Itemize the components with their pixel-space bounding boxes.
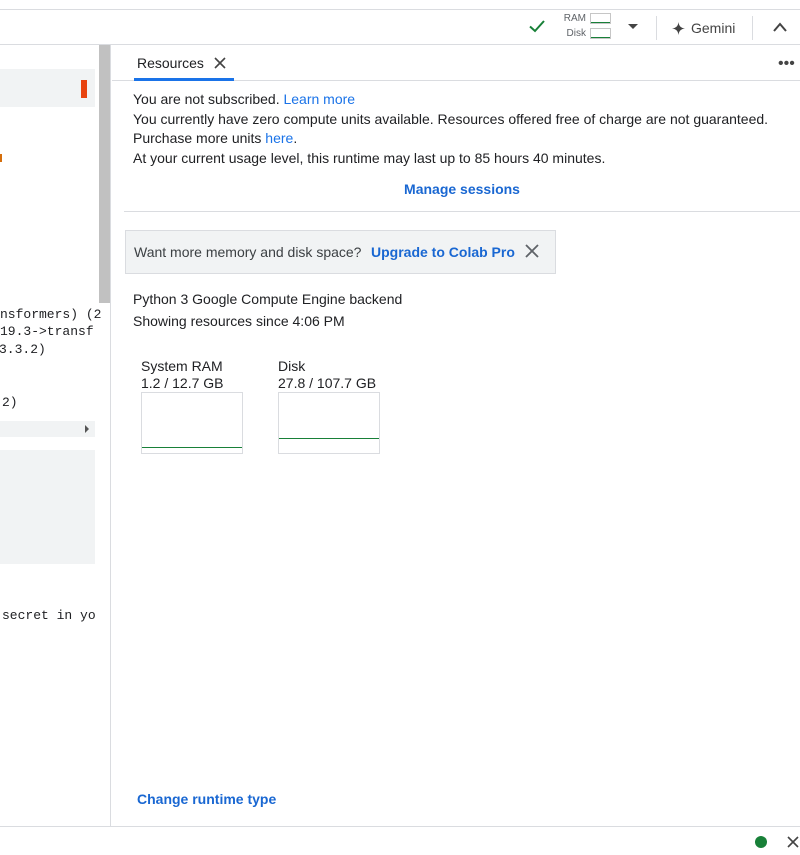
disk-gauge-value: 27.8 / 107.7 GB bbox=[278, 375, 377, 391]
runtime-estimate-text: At your current usage level, this runtim… bbox=[133, 150, 606, 166]
close-icon[interactable] bbox=[524, 243, 540, 259]
runtime-dropdown-caret-icon[interactable] bbox=[628, 24, 638, 29]
scroll-right-arrow-icon[interactable] bbox=[85, 425, 89, 433]
code-cell[interactable] bbox=[0, 450, 95, 564]
ram-mini-meter[interactable] bbox=[590, 13, 611, 24]
gemini-label: Gemini bbox=[691, 20, 736, 36]
sparkle-icon bbox=[672, 21, 685, 35]
disk-gauge-title: Disk bbox=[278, 358, 306, 374]
close-icon[interactable] bbox=[213, 56, 227, 70]
output-horizontal-scrollbar[interactable] bbox=[0, 421, 95, 437]
disk-mini-meter[interactable] bbox=[590, 28, 611, 39]
toolbar-divider bbox=[752, 16, 753, 40]
upgrade-banner: Want more memory and disk space? Upgrade… bbox=[125, 230, 556, 274]
ram-usage-gauge[interactable] bbox=[141, 392, 243, 454]
notebook-pane: nsformers) (2 19.3->transf 3.3.2) 2) sec… bbox=[0, 45, 111, 826]
ram-usage-line bbox=[142, 447, 242, 448]
status-bar bbox=[0, 826, 800, 855]
cell-error-indicator bbox=[81, 80, 87, 98]
ram-mini-fill bbox=[591, 22, 610, 23]
toolbar-divider bbox=[656, 16, 657, 40]
disk-usage-gauge[interactable] bbox=[278, 392, 380, 454]
connected-check-icon[interactable] bbox=[527, 16, 547, 36]
ram-label: RAM bbox=[563, 13, 586, 24]
ram-gauge-value: 1.2 / 12.7 GB bbox=[141, 375, 224, 391]
purchase-units-text: Purchase more units here. bbox=[133, 130, 297, 146]
upgrade-banner-text: Want more memory and disk space? bbox=[134, 244, 362, 260]
disk-usage-line bbox=[279, 438, 379, 439]
purchase-here-link[interactable]: here bbox=[265, 130, 293, 146]
top-toolbar: RAM Disk Gemini bbox=[0, 9, 800, 45]
tab-label: Resources bbox=[137, 55, 204, 71]
output-line: 2) bbox=[2, 395, 18, 410]
tab-resources[interactable]: Resources bbox=[134, 45, 234, 81]
close-icon[interactable] bbox=[786, 835, 800, 849]
subscription-status: You are not subscribed. Learn more bbox=[133, 91, 355, 107]
resources-since-text: Showing resources since 4:06 PM bbox=[133, 313, 345, 329]
backend-text: Python 3 Google Compute Engine backend bbox=[133, 291, 403, 307]
panel-tab-bar: Resources ••• bbox=[112, 45, 800, 81]
divider bbox=[124, 211, 800, 212]
learn-more-link[interactable]: Learn more bbox=[283, 91, 355, 107]
purchase-suffix: . bbox=[293, 130, 298, 146]
more-options-icon[interactable]: ••• bbox=[778, 55, 795, 73]
output-line: secret in yo bbox=[2, 608, 96, 623]
manage-sessions-button[interactable]: Manage sessions bbox=[112, 181, 800, 197]
disk-mini-fill bbox=[591, 37, 610, 38]
chevron-up-icon[interactable] bbox=[772, 21, 788, 33]
output-fragment-mark bbox=[0, 154, 2, 162]
resources-panel: Resources ••• You are not subscribed. Le… bbox=[112, 45, 800, 826]
ram-gauge-title: System RAM bbox=[141, 358, 223, 374]
change-runtime-type-button[interactable]: Change runtime type bbox=[137, 791, 276, 807]
status-dot-icon[interactable] bbox=[755, 836, 767, 848]
compute-units-text: You currently have zero compute units av… bbox=[133, 111, 769, 127]
disk-label: Disk bbox=[566, 28, 586, 39]
subscription-text: You are not subscribed. bbox=[133, 91, 280, 107]
output-line: 19.3->transf bbox=[0, 324, 94, 339]
output-line: 3.3.2) bbox=[0, 342, 46, 357]
purchase-prefix: Purchase more units bbox=[133, 130, 262, 146]
notebook-scrollbar[interactable] bbox=[99, 45, 110, 303]
upgrade-colab-pro-link[interactable]: Upgrade to Colab Pro bbox=[371, 244, 515, 260]
output-line: nsformers) (2 bbox=[0, 307, 102, 322]
gemini-button[interactable]: Gemini bbox=[672, 17, 735, 39]
